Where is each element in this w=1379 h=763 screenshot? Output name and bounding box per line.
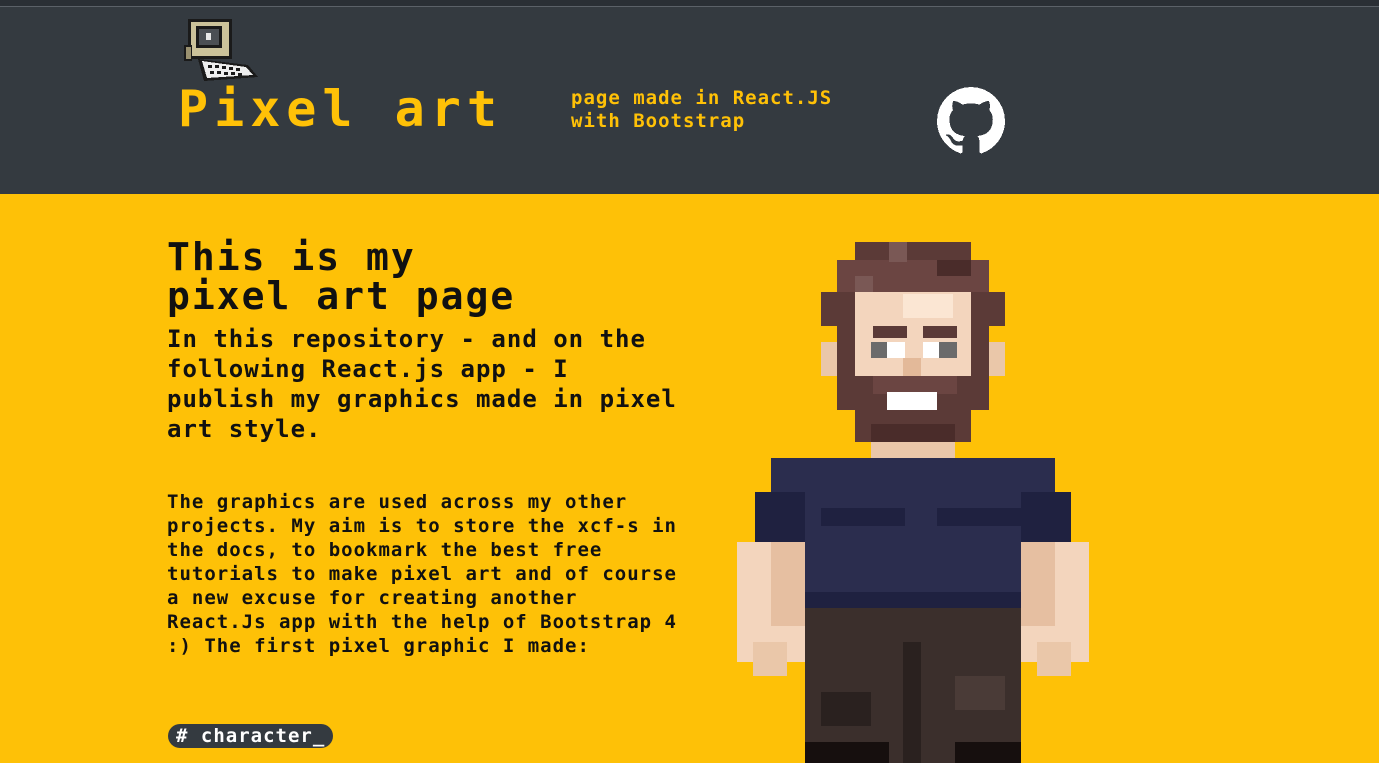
main-content: This is my pixel art page In this reposi… [0,194,1379,763]
page-heading: This is my pixel art page [167,235,516,318]
github-icon[interactable] [937,87,1005,155]
pixel-character-illustration [737,242,1089,763]
retro-computer-icon [182,15,258,85]
lead-paragraph: In this repository - and on the followin… [167,325,677,443]
site-title: Pixel art [178,80,503,138]
site-header: Pixel art page made in React.JS with Boo… [0,7,1379,194]
browser-top-edge [0,0,1379,7]
body-paragraph: The graphics are used across my other pr… [167,491,677,657]
character-tag-badge[interactable]: # character_ [168,724,334,748]
site-subtitle: page made in React.JS with Bootstrap [571,87,833,132]
